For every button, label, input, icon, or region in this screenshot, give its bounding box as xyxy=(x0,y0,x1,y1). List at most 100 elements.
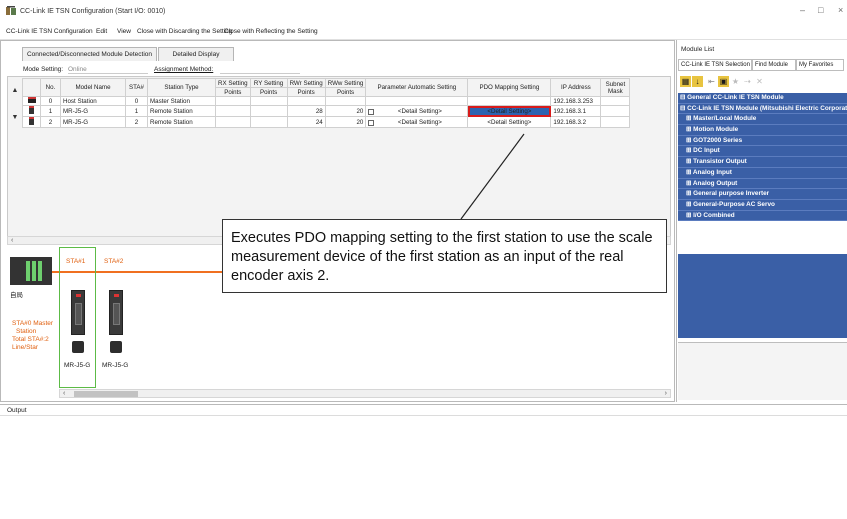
cell-type: Remote Station xyxy=(147,116,216,128)
col-ry-points: Points xyxy=(249,87,288,97)
tree-item-general-tsn[interactable]: ⊟ General CC-Link IE TSN Module xyxy=(678,93,847,104)
minimize-button[interactable]: – xyxy=(800,5,805,15)
table-row[interactable]: 1 MR-J5-G 1 Remote Station 28 20 <Detail… xyxy=(22,105,631,117)
tree-item-master-local[interactable]: ⊞ Master/Local Module xyxy=(678,114,847,126)
tree-item-transistor-output[interactable]: ⊞ Transistor Output xyxy=(678,157,847,168)
tree-item-io-combined[interactable]: ⊞ I/O Combined xyxy=(678,210,847,222)
menu-edit[interactable]: Edit xyxy=(96,28,107,35)
param-auto-cell[interactable]: <Detail Setting> xyxy=(365,116,469,128)
master-plc-icon[interactable] xyxy=(10,257,52,285)
master-info-line: Station xyxy=(16,328,37,335)
tab-detailed-display[interactable]: Detailed Display xyxy=(158,47,234,61)
servo-amp-icon xyxy=(22,105,41,117)
tab-my-favorites[interactable]: My Favorites xyxy=(796,59,844,71)
cell-sta: 2 xyxy=(125,116,148,128)
tree-item-got2000[interactable]: ⊞ GOT2000 Series xyxy=(678,135,847,147)
menu-cclink-config[interactable]: CC-Link IE TSN Configuration xyxy=(6,28,93,35)
param-detail-link[interactable]: <Detail Setting> xyxy=(398,108,442,115)
servo-amp-icon xyxy=(22,116,41,128)
scroll-left-icon[interactable]: ‹ xyxy=(11,237,13,245)
host-station-label: 自局 xyxy=(10,292,23,299)
param-detail-link[interactable]: <Detail Setting> xyxy=(398,119,442,126)
col-station-type: Station Type xyxy=(147,78,216,97)
col-sta: STA# xyxy=(125,78,148,97)
title-bar: CC-Link IE TSN Configuration (Start I/O:… xyxy=(0,0,847,24)
col-rww-points: Points xyxy=(324,87,367,97)
cell-ip: 192.168.3.2 xyxy=(550,116,602,128)
master-info-line: Line/Star xyxy=(12,344,39,351)
table-row[interactable]: 2 MR-J5-G 2 Remote Station 24 20 <Detail… xyxy=(22,116,631,128)
table-row[interactable]: 0 Host Station 0 Master Station 192.168.… xyxy=(22,96,631,106)
param-auto-checkbox[interactable] xyxy=(368,108,375,115)
tab-module-detection[interactable]: Connected/Disconnected Module Detection xyxy=(22,47,157,61)
col-ip-address: IP Address xyxy=(550,78,602,97)
module-info-pane xyxy=(678,342,847,400)
col-ry-setting: RY Setting xyxy=(249,78,288,88)
menu-close-discard[interactable]: Close with Discarding the Setting xyxy=(137,28,232,35)
cell-subnet xyxy=(600,96,631,106)
servo-amplifier-2-icon[interactable] xyxy=(109,290,123,335)
module-tree-background xyxy=(678,254,847,338)
servo-motor-2-icon xyxy=(110,341,122,353)
scroll-left-icon[interactable]: ‹ xyxy=(63,390,65,398)
tab-cclink-selection[interactable]: CC-Link IE TSN Selection xyxy=(678,59,752,71)
param-auto-checkbox[interactable] xyxy=(368,119,375,126)
sort-alpha-icon[interactable]: ↓ xyxy=(692,76,703,87)
cell-model: MR-J5-G xyxy=(60,116,126,128)
maximize-button[interactable]: □ xyxy=(818,5,823,15)
cell-rwr: 24 xyxy=(286,116,326,128)
collapse-icon[interactable]: ⇤ xyxy=(706,76,717,87)
cell-no: 0 xyxy=(40,96,61,106)
app-icon xyxy=(6,6,16,15)
delete-icon[interactable]: ✕ xyxy=(754,76,765,87)
col-no: No. xyxy=(40,78,61,97)
assignment-method-select[interactable] xyxy=(220,66,300,74)
cell-no: 1 xyxy=(40,105,61,117)
cell-type: Remote Station xyxy=(147,105,216,117)
mode-setting-label: Mode Setting: xyxy=(23,66,64,73)
tree-item-ac-servo[interactable]: ⊞ General-Purpose AC Servo xyxy=(678,199,847,211)
cell-model: MR-J5-G xyxy=(60,105,126,117)
tree-item-inverter[interactable]: ⊞ General purpose Inverter xyxy=(678,189,847,200)
sort-category-icon[interactable]: ▦ xyxy=(680,76,691,87)
col-rww-setting: RWw Setting xyxy=(324,78,367,88)
tab-find-module[interactable]: Find Module xyxy=(752,59,796,71)
pdo-detail-link-highlighted[interactable]: <Detail Setting> xyxy=(467,105,552,117)
col-rwr-setting: RWr Setting xyxy=(286,78,326,88)
network-horizontal-scrollbar[interactable]: ‹ › xyxy=(59,389,671,398)
cell-ip: 192.168.3.253 xyxy=(550,96,602,106)
tree-item-motion[interactable]: ⊞ Motion Module xyxy=(678,125,847,136)
col-rx-setting: RX Setting xyxy=(215,78,251,88)
expand-icon[interactable]: ▣ xyxy=(718,76,729,87)
cell-model: Host Station xyxy=(60,96,126,106)
col-rx-points: Points xyxy=(215,87,251,97)
tree-item-analog-output[interactable]: ⊞ Analog Output xyxy=(678,178,847,190)
menu-close-reflect[interactable]: Close with Reflecting the Setting xyxy=(224,28,318,35)
module-list-title: Module List xyxy=(681,46,715,53)
col-model-name: Model Name xyxy=(60,78,126,97)
scroll-right-icon[interactable]: › xyxy=(665,390,667,398)
tree-item-mitsubishi-tsn[interactable]: ⊟ CC-Link IE TSN Module (Mitsubishi Elec… xyxy=(678,103,847,115)
tree-item-dc-input[interactable]: ⊞ DC Input xyxy=(678,146,847,158)
close-button[interactable]: × xyxy=(838,5,843,15)
add-favorite-icon[interactable]: ⇢ xyxy=(742,76,753,87)
cell-ry xyxy=(249,116,288,128)
scroll-thumb[interactable] xyxy=(74,391,138,397)
favorite-icon[interactable]: ★ xyxy=(730,76,741,87)
cell-rx xyxy=(215,105,251,117)
pdo-detail-link[interactable]: <Detail Setting> xyxy=(467,116,552,128)
mode-setting-select[interactable]: Online xyxy=(68,66,148,74)
master-station-info: STA#0 Master Station Total STA#:2 Line/S… xyxy=(12,320,53,352)
menu-view[interactable]: View xyxy=(117,28,131,35)
param-auto-cell[interactable]: <Detail Setting> xyxy=(365,105,469,117)
cell-sta: 1 xyxy=(125,105,148,117)
sta2-label: STA#2 xyxy=(104,258,124,265)
window-title: CC-Link IE TSN Configuration (Start I/O:… xyxy=(20,8,166,15)
move-up-icon[interactable]: ▲ xyxy=(9,85,21,97)
cell-rww: 20 xyxy=(324,105,367,117)
station-table: No. Model Name STA# Station Type RX Sett… xyxy=(22,78,631,128)
move-down-icon[interactable]: ▼ xyxy=(9,112,21,124)
col-pdo-mapping: PDO Mapping Setting xyxy=(467,78,552,97)
servo-amplifier-1-icon[interactable] xyxy=(71,290,85,335)
tree-item-analog-input[interactable]: ⊞ Analog Input xyxy=(678,167,847,179)
